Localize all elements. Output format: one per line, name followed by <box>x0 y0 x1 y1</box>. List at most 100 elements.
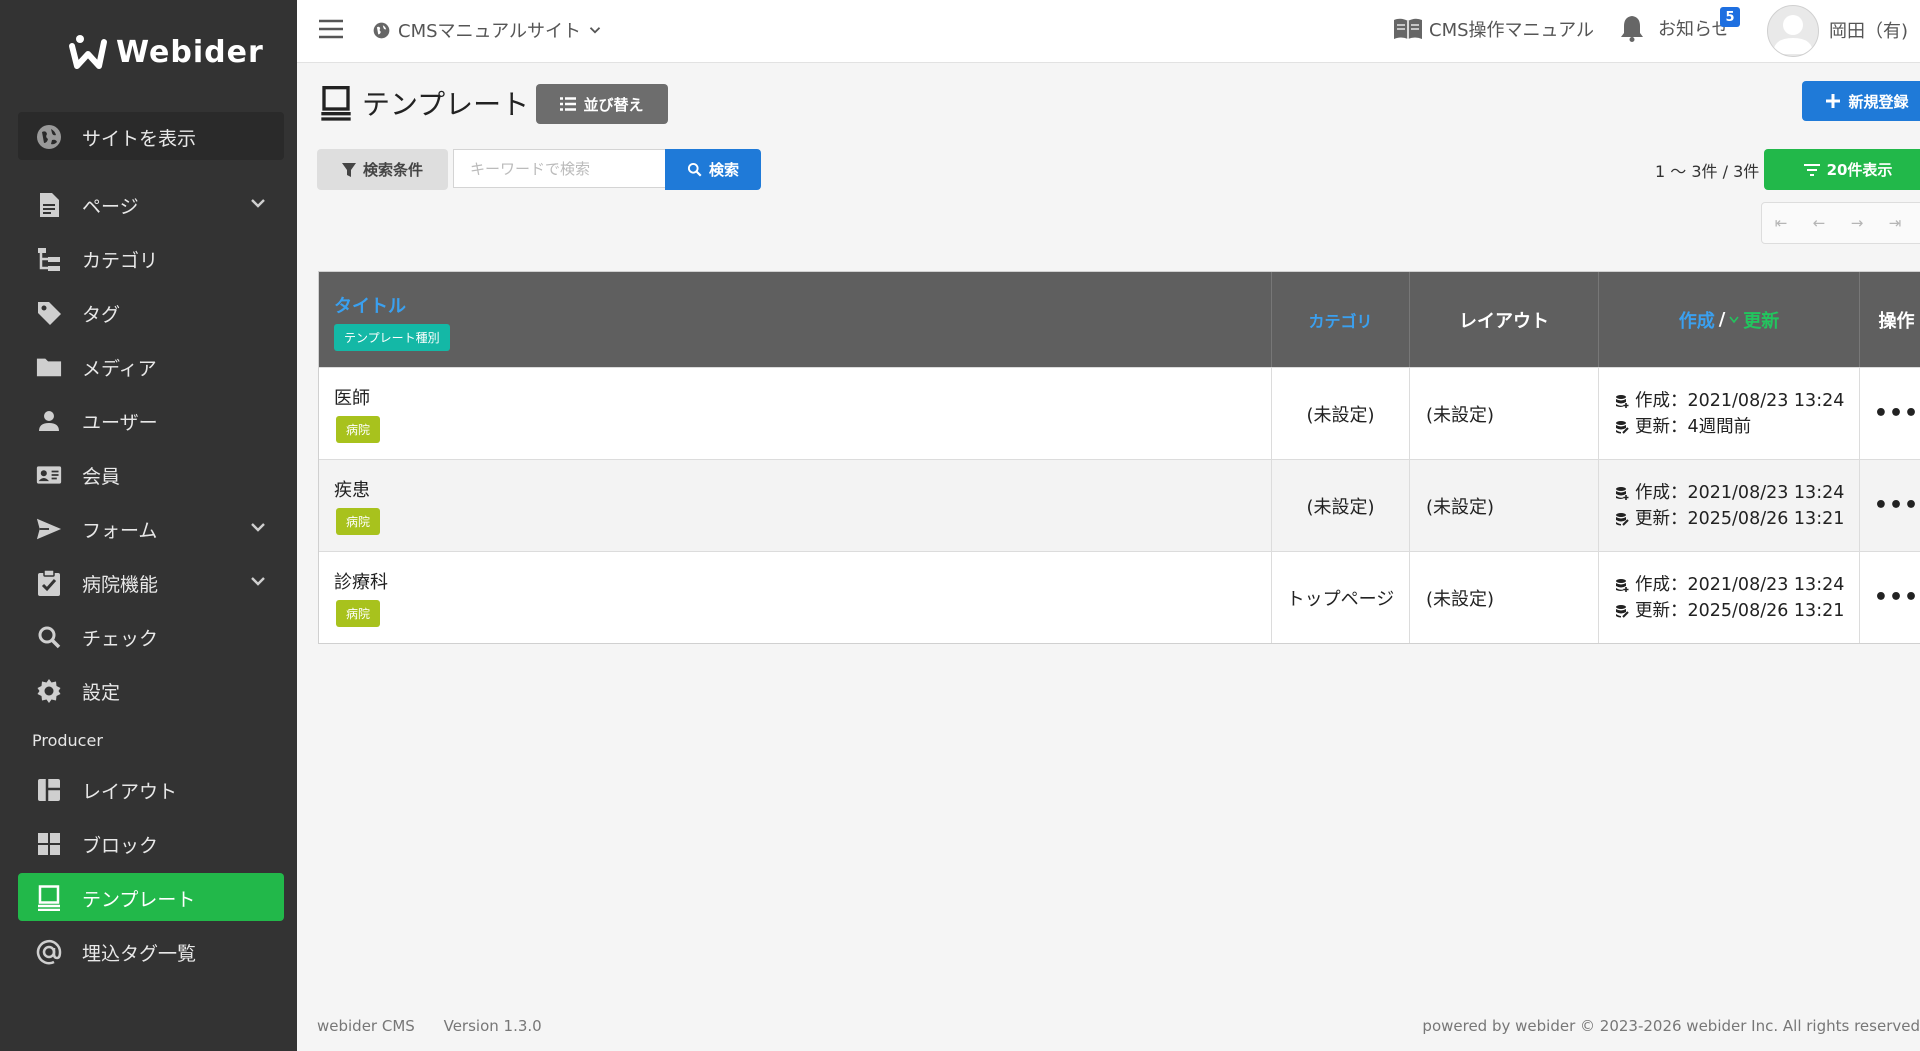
page-icon <box>36 192 62 218</box>
sort-updated-link[interactable]: 更新 <box>1743 307 1779 333</box>
last-page-button[interactable]: ⇥ <box>1876 214 1914 232</box>
template-icon <box>321 86 351 121</box>
notifications-button[interactable]: お知らせ <box>1620 14 1730 42</box>
sidebar-item-hospital[interactable]: 病院機能 <box>18 558 284 606</box>
hospital-tag: 病院 <box>336 600 381 627</box>
template-title-link[interactable]: 医師 <box>334 384 370 410</box>
globe-icon <box>36 124 62 150</box>
sidebar-item-media[interactable]: メディア <box>18 342 284 390</box>
filter-conditions-button[interactable]: 検索条件 <box>317 149 448 190</box>
hospital-tag: 病院 <box>336 508 381 535</box>
col-layout: レイアウト <box>1409 272 1598 367</box>
sidebar-item-label: ブロック <box>82 835 159 857</box>
sidebar-item-pages[interactable]: ページ <box>18 180 284 228</box>
layout-cell: (未設定) <box>1409 460 1598 551</box>
sidebar-item-label: チェック <box>82 628 159 650</box>
sidebar-item-label: レイアウト <box>82 781 178 803</box>
updated-text: 更新：2025/08/26 13:21 <box>1635 508 1845 529</box>
gear-icon <box>36 678 62 704</box>
sidebar-item-members[interactable]: 会員 <box>18 450 284 498</box>
user-name[interactable]: 岡田（有) <box>1829 17 1908 43</box>
prev-page-button[interactable]: ← <box>1800 214 1838 232</box>
per-page-button[interactable]: 20件表示 <box>1764 149 1920 190</box>
template-title-link[interactable]: 疾患 <box>334 476 370 502</box>
menu-toggle-button[interactable] <box>318 18 344 40</box>
view-site-button[interactable]: サイトを表示 <box>18 112 284 160</box>
sidebar-item-settings[interactable]: 設定 <box>18 666 284 714</box>
sidebar-item-categories[interactable]: カテゴリ <box>18 234 284 282</box>
brand-name: Webider <box>116 34 264 70</box>
page-title: テンプレート <box>320 83 529 123</box>
sidebar-item-check[interactable]: チェック <box>18 612 284 660</box>
footer-copyright: powered by webider © 2023-2026 webider I… <box>1422 1017 1920 1035</box>
sort-desc-icon <box>1729 316 1739 323</box>
sidebar-item-layout[interactable]: レイアウト <box>18 765 284 813</box>
next-page-button[interactable]: → <box>1838 214 1876 232</box>
footer-product: webider CMS <box>317 1017 415 1035</box>
filter-icon <box>341 162 356 177</box>
row-actions-button[interactable]: ••• <box>1859 460 1920 551</box>
dates-cell: 作成：2021/08/23 13:24 更新：4週間前 <box>1598 368 1859 459</box>
title-cell: 診療科 病院 <box>319 552 1271 643</box>
member-card-icon <box>36 462 62 488</box>
template-title-link[interactable]: 診療科 <box>334 568 388 594</box>
site-selector[interactable]: CMSマニュアルサイト <box>373 17 601 43</box>
search-button[interactable]: 検索 <box>665 149 761 190</box>
table-row: 医師 病院 (未設定) (未設定) 作成：2021/08/23 13:24 更新… <box>319 367 1920 459</box>
book-open-icon <box>1394 18 1422 39</box>
sidebar-item-forms[interactable]: フォーム <box>18 504 284 552</box>
clipboard-check-icon <box>36 569 62 596</box>
created-line: 作成：2021/08/23 13:24 <box>1615 480 1844 506</box>
sidebar-item-label: 病院機能 <box>82 574 159 596</box>
title-cell: 疾患 病院 <box>319 460 1271 551</box>
sidebar-item-label: カテゴリ <box>82 250 159 272</box>
col-title: タイトル テンプレート種別 <box>319 272 1271 367</box>
category-cell: トップページ <box>1271 552 1409 643</box>
created-line: 作成：2021/08/23 13:24 <box>1615 388 1844 414</box>
sort-button-label: 並び替え <box>583 95 644 114</box>
first-page-button[interactable]: ⇤ <box>1762 214 1800 232</box>
sort-created-link[interactable]: 作成 <box>1679 307 1715 333</box>
producer-section-label: Producer <box>32 731 103 750</box>
list-icon <box>560 97 577 111</box>
footer-version: Version 1.3.0 <box>443 1017 542 1035</box>
hospital-tag: 病院 <box>336 416 381 443</box>
page-title-text: テンプレート <box>362 88 530 121</box>
new-register-button[interactable]: 新規登録 <box>1802 81 1920 121</box>
sidebar-item-label: ユーザー <box>82 412 158 434</box>
row-actions-button[interactable]: ••• <box>1859 552 1920 643</box>
sidebar: Webider サイトを表示 ページ カテゴリ タグ メディア ユーザー 会員 … <box>0 0 297 1051</box>
user-avatar-icon <box>1773 15 1813 54</box>
block-grid-icon <box>36 831 62 857</box>
row-actions-button[interactable]: ••• <box>1859 368 1920 459</box>
avatar[interactable] <box>1767 5 1819 57</box>
sidebar-item-blocks[interactable]: ブロック <box>18 819 284 867</box>
sidebar-item-tags[interactable]: タグ <box>18 288 284 336</box>
chevron-down-icon <box>250 518 266 540</box>
search-input[interactable] <box>453 149 665 188</box>
sidebar-item-users[interactable]: ユーザー <box>18 396 284 444</box>
database-edit-icon <box>1616 604 1629 618</box>
plus-icon <box>1826 94 1841 108</box>
search-icon <box>687 162 702 177</box>
search-button-label: 検索 <box>708 161 739 179</box>
database-plus-icon <box>1616 578 1629 592</box>
created-text: 作成：2021/08/23 13:24 <box>1635 482 1845 503</box>
sort-button[interactable]: 並び替え <box>536 84 668 124</box>
sort-lines-icon <box>1803 163 1820 176</box>
sidebar-item-label: 会員 <box>82 466 121 488</box>
sort-title-link[interactable]: タイトル <box>334 292 406 318</box>
folder-icon <box>36 354 62 380</box>
sidebar-item-label: 埋込タグ一覧 <box>82 943 197 965</box>
updated-line: 更新：2025/08/26 13:21 <box>1615 598 1844 624</box>
sort-category-link[interactable]: カテゴリ <box>1271 272 1409 367</box>
manual-link[interactable]: CMS操作マニュアル <box>1393 16 1594 42</box>
layout-cell: (未設定) <box>1409 552 1598 643</box>
sidebar-item-templates[interactable]: テンプレート <box>18 873 284 921</box>
created-line: 作成：2021/08/23 13:24 <box>1615 572 1844 598</box>
send-icon <box>36 516 62 542</box>
sidebar-item-embed-tags[interactable]: 埋込タグ一覧 <box>18 927 284 975</box>
created-text: 作成：2021/08/23 13:24 <box>1635 390 1845 411</box>
brand-logo[interactable]: Webider <box>68 32 264 72</box>
col-ops: 操作 <box>1859 272 1920 367</box>
